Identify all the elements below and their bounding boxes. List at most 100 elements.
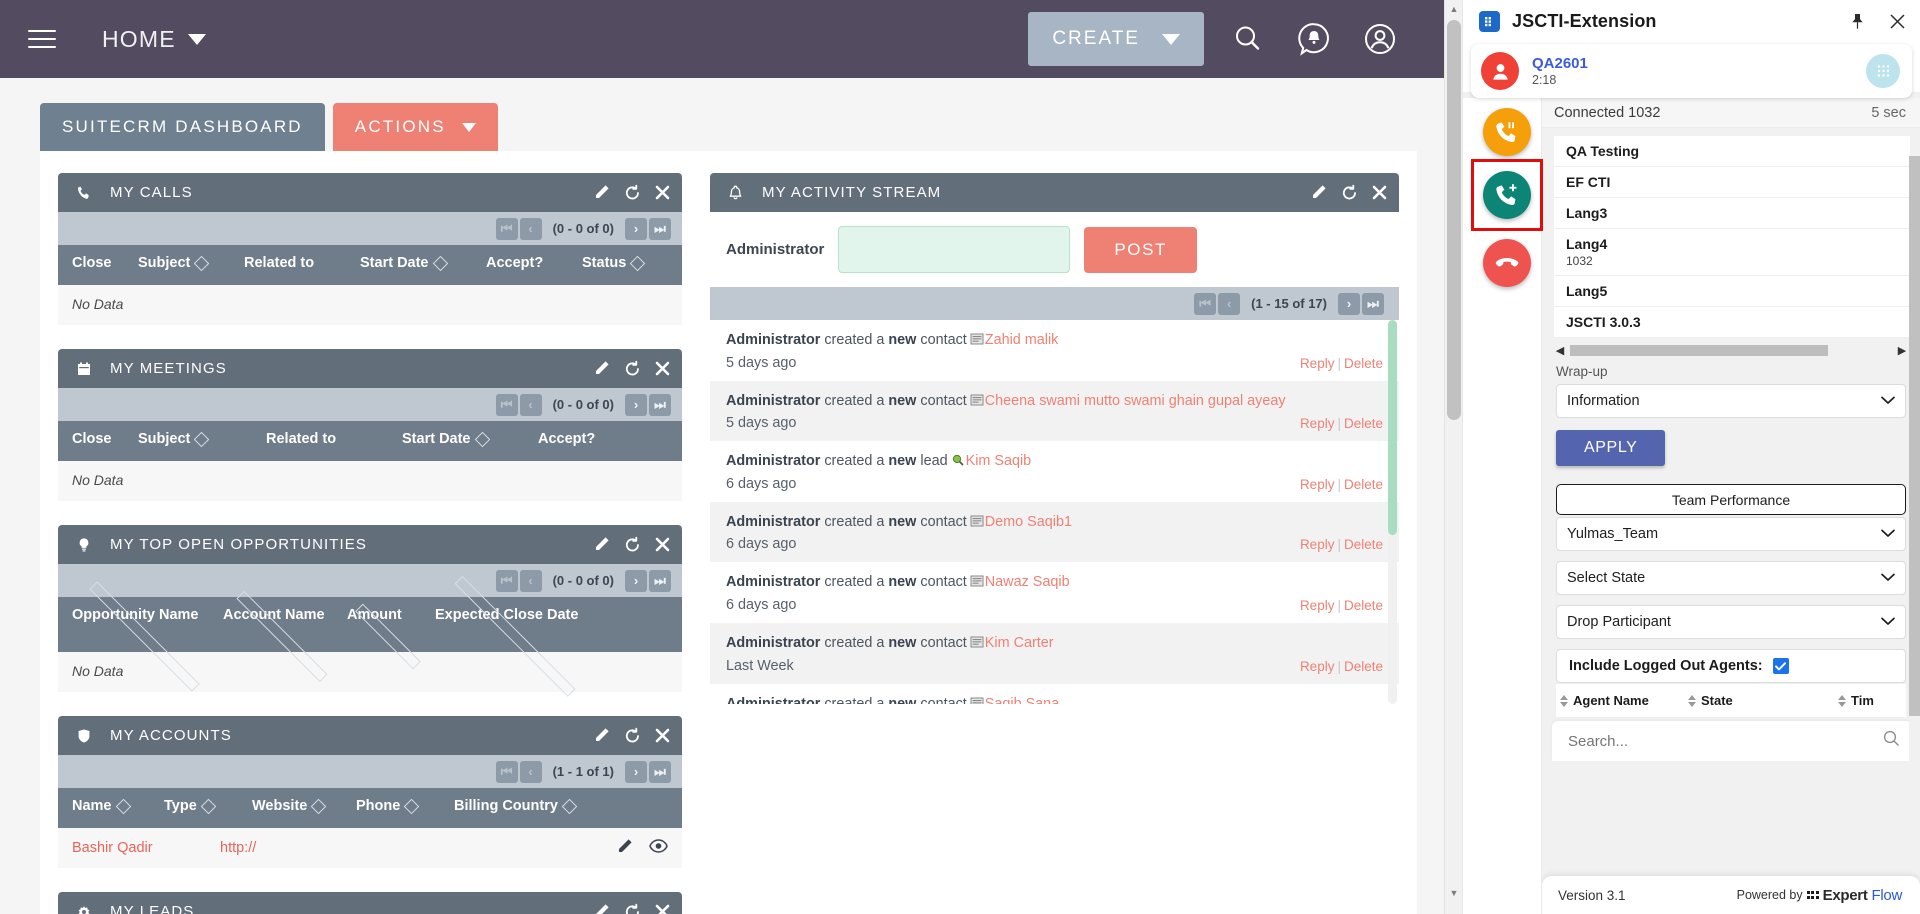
refresh-icon[interactable] <box>624 727 641 744</box>
target-link[interactable]: Saqib Sana <box>985 696 1059 704</box>
column-subject[interactable]: Subject <box>138 431 260 447</box>
first-page-button[interactable]: ⏮ <box>496 761 518 783</box>
scrollbar-thumb[interactable] <box>1388 320 1397 535</box>
view-eye-icon[interactable] <box>649 839 668 857</box>
edit-icon[interactable] <box>593 727 610 744</box>
column-accept[interactable]: Accept? <box>538 431 595 447</box>
edit-icon[interactable] <box>593 360 610 377</box>
close-icon[interactable] <box>655 361 670 376</box>
scrollbar-thumb[interactable] <box>1570 345 1828 356</box>
call-list-horizontal-scrollbar[interactable]: ◀ ▶ <box>1554 342 1908 358</box>
state-select[interactable]: Select State <box>1556 561 1906 595</box>
column-name[interactable]: Name <box>72 798 158 814</box>
cti-vertical-scrollbar[interactable] <box>1909 156 1920 914</box>
scroll-left-arrow-icon[interactable]: ◀ <box>1554 344 1566 357</box>
next-page-button[interactable]: › <box>625 570 647 592</box>
drop-participant-select[interactable]: Drop Participant <box>1556 605 1906 639</box>
reply-link[interactable]: Reply <box>1300 598 1335 613</box>
next-page-button[interactable]: › <box>625 394 647 416</box>
delete-link[interactable]: Delete <box>1344 416 1383 431</box>
last-page-button[interactable]: ⏭ <box>649 218 671 240</box>
delete-link[interactable]: Delete <box>1344 477 1383 492</box>
reply-link[interactable]: Reply <box>1300 416 1335 431</box>
team-select[interactable]: Yulmas_Team <box>1556 517 1906 551</box>
account-name-link[interactable]: Bashir Qadir <box>72 840 220 856</box>
notification-bell-icon[interactable] <box>1292 17 1336 61</box>
column-phone[interactable]: Phone <box>356 798 448 814</box>
reply-link[interactable]: Reply <box>1300 537 1335 552</box>
last-page-button[interactable]: ⏭ <box>649 570 671 592</box>
include-logged-out-agents-checkbox[interactable] <box>1773 658 1789 674</box>
close-icon[interactable] <box>655 904 670 914</box>
home-menu-button[interactable]: HOME <box>102 26 206 53</box>
column-account-name[interactable]: Account Name <box>223 607 341 642</box>
first-page-button[interactable]: ⏮ <box>496 394 518 416</box>
edit-icon[interactable] <box>593 536 610 553</box>
close-icon[interactable] <box>655 728 670 743</box>
edit-icon[interactable] <box>1310 184 1327 201</box>
first-page-button[interactable]: ⏮ <box>1194 293 1216 315</box>
pin-icon[interactable] <box>1850 13 1865 30</box>
column-type[interactable]: Type <box>164 798 246 814</box>
list-item[interactable]: QA Testing <box>1554 136 1910 167</box>
close-icon[interactable] <box>655 537 670 552</box>
column-opportunity-name[interactable]: Opportunity Name <box>72 607 217 642</box>
last-page-button[interactable]: ⏭ <box>649 394 671 416</box>
column-expected-close-date[interactable]: Expected Close Date <box>435 607 595 642</box>
prev-page-button[interactable]: ‹ <box>520 570 542 592</box>
dialpad-icon[interactable] <box>1866 54 1900 88</box>
column-subject[interactable]: Subject <box>138 255 238 271</box>
refresh-icon[interactable] <box>624 184 641 201</box>
target-link[interactable]: Zahid malik <box>985 332 1059 348</box>
tab-suitecrm-dashboard[interactable]: SUITECRM DASHBOARD <box>40 103 325 151</box>
list-item[interactable]: Lang5 <box>1554 276 1910 307</box>
scrollbar-thumb[interactable] <box>1909 156 1920 716</box>
last-page-button[interactable]: ⏭ <box>1362 293 1384 315</box>
column-billing-country[interactable]: Billing Country <box>454 798 575 814</box>
next-page-button[interactable]: › <box>625 218 647 240</box>
column-start-date[interactable]: Start Date <box>402 431 532 447</box>
search-icon[interactable] <box>1226 17 1270 61</box>
close-icon[interactable] <box>1372 185 1387 200</box>
column-related-to[interactable]: Related to <box>244 255 354 271</box>
account-website-link[interactable]: http:// <box>220 840 360 856</box>
column-state[interactable]: State <box>1688 693 1838 708</box>
column-agent-name[interactable]: Agent Name <box>1560 693 1688 708</box>
activity-stream-scrollbar[interactable] <box>1388 320 1397 704</box>
list-item[interactable]: EF CTI <box>1554 167 1910 198</box>
target-link[interactable]: Kim Saqib <box>966 453 1032 469</box>
page-scrollbar[interactable]: ▲ ▼ <box>1444 0 1462 914</box>
edit-icon[interactable] <box>593 903 610 914</box>
scroll-up-arrow-icon[interactable]: ▲ <box>1445 0 1462 18</box>
refresh-icon[interactable] <box>624 536 641 553</box>
target-link[interactable]: Kim Carter <box>985 635 1054 651</box>
reply-link[interactable]: Reply <box>1300 356 1335 371</box>
wrapup-select[interactable]: Information <box>1556 384 1906 418</box>
refresh-icon[interactable] <box>624 903 641 914</box>
create-button[interactable]: CREATE <box>1028 12 1204 66</box>
delete-link[interactable]: Delete <box>1344 598 1383 613</box>
column-time[interactable]: Tim <box>1838 693 1874 708</box>
column-website[interactable]: Website <box>252 798 350 814</box>
list-item[interactable]: Lang4 1032 <box>1554 229 1910 276</box>
refresh-icon[interactable] <box>624 360 641 377</box>
first-page-button[interactable]: ⏮ <box>496 218 518 240</box>
target-link[interactable]: Cheena swami mutto swami ghain gupal aye… <box>985 393 1286 409</box>
first-page-button[interactable]: ⏮ <box>496 570 518 592</box>
apply-button[interactable]: APPLY <box>1556 430 1665 466</box>
target-link[interactable]: Demo Saqib1 <box>985 514 1072 530</box>
column-accept[interactable]: Accept? <box>486 255 576 271</box>
list-item[interactable]: JSCTI 3.0.3 <box>1554 307 1910 338</box>
prev-page-button[interactable]: ‹ <box>520 218 542 240</box>
next-page-button[interactable]: › <box>1338 293 1360 315</box>
agent-search-input[interactable] <box>1568 733 1883 750</box>
column-status[interactable]: Status <box>582 255 643 271</box>
scroll-down-arrow-icon[interactable]: ▼ <box>1445 884 1462 902</box>
reply-link[interactable]: Reply <box>1300 477 1335 492</box>
scrollbar-track[interactable] <box>1570 345 1892 356</box>
post-button[interactable]: POST <box>1084 227 1197 273</box>
search-icon[interactable] <box>1883 730 1900 752</box>
hold-call-button[interactable] <box>1483 108 1531 156</box>
end-call-button[interactable] <box>1483 239 1531 287</box>
last-page-button[interactable]: ⏭ <box>649 761 671 783</box>
